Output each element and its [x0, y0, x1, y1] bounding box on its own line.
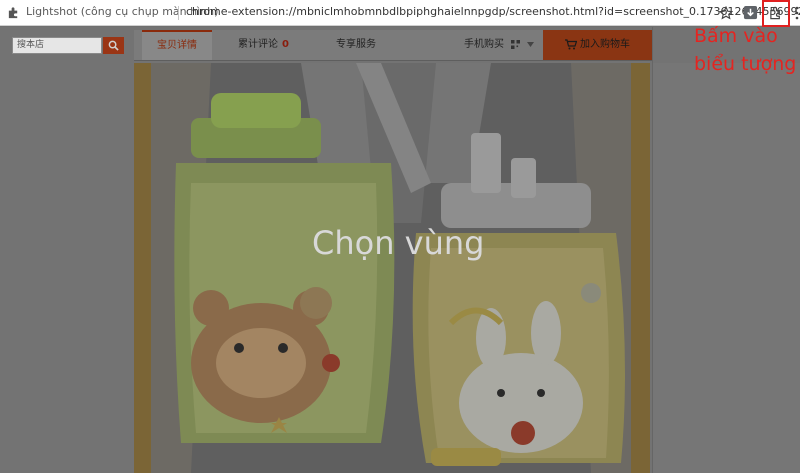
search-button[interactable]: [103, 37, 124, 54]
star-icon[interactable]: [717, 4, 734, 21]
product-photo-illustration: [151, 63, 631, 473]
shop-search-input[interactable]: 搜本店: [12, 37, 102, 54]
url-field[interactable]: chrome-extension://mbniclmhobmnbdlbpiphg…: [186, 5, 800, 18]
reviews-count: 0: [282, 39, 289, 50]
add-to-cart-label: 加入购物车: [580, 39, 630, 50]
select-area-label: Chọn vùng: [312, 224, 485, 262]
tab-details[interactable]: 宝贝详情: [142, 30, 212, 60]
chevron-down-icon: [527, 41, 535, 47]
search-icon: [108, 40, 119, 51]
extension-icon: [8, 7, 18, 19]
instruction-annotation: Bấm vào biểu tượng: [694, 22, 800, 78]
tab-mobile-purchase[interactable]: 手机购买: [464, 30, 535, 60]
tab-details-label: 宝贝详情: [157, 40, 197, 51]
tab-services-label: 专享服务: [336, 39, 376, 50]
tab-services[interactable]: 专享服务: [336, 30, 376, 60]
menu-dots-icon[interactable]: [794, 6, 800, 20]
tab-reviews[interactable]: 累计评论 0: [238, 30, 289, 60]
tab-mobile-label: 手机购买: [464, 39, 504, 50]
product-tabbar: 宝贝详情 累计评论 0 专享服务 手机购买 加入购物车: [134, 30, 652, 61]
qr-code-icon: [511, 39, 521, 49]
address-separator: [178, 6, 179, 20]
tab-reviews-label: 累计评论: [238, 39, 278, 50]
annotation-line-2: biểu tượng: [694, 53, 797, 75]
right-sidebar: [652, 63, 800, 473]
cart-icon: [565, 38, 577, 49]
download-icon[interactable]: [742, 4, 759, 21]
annotation-line-1: Bấm vào: [694, 25, 778, 47]
page-divider: [652, 27, 653, 473]
add-to-cart-button[interactable]: 加入购物车: [543, 30, 652, 60]
address-bar: Lightshot (công cụ chụp màn hình) chrome…: [0, 0, 800, 27]
product-image: [151, 63, 631, 473]
